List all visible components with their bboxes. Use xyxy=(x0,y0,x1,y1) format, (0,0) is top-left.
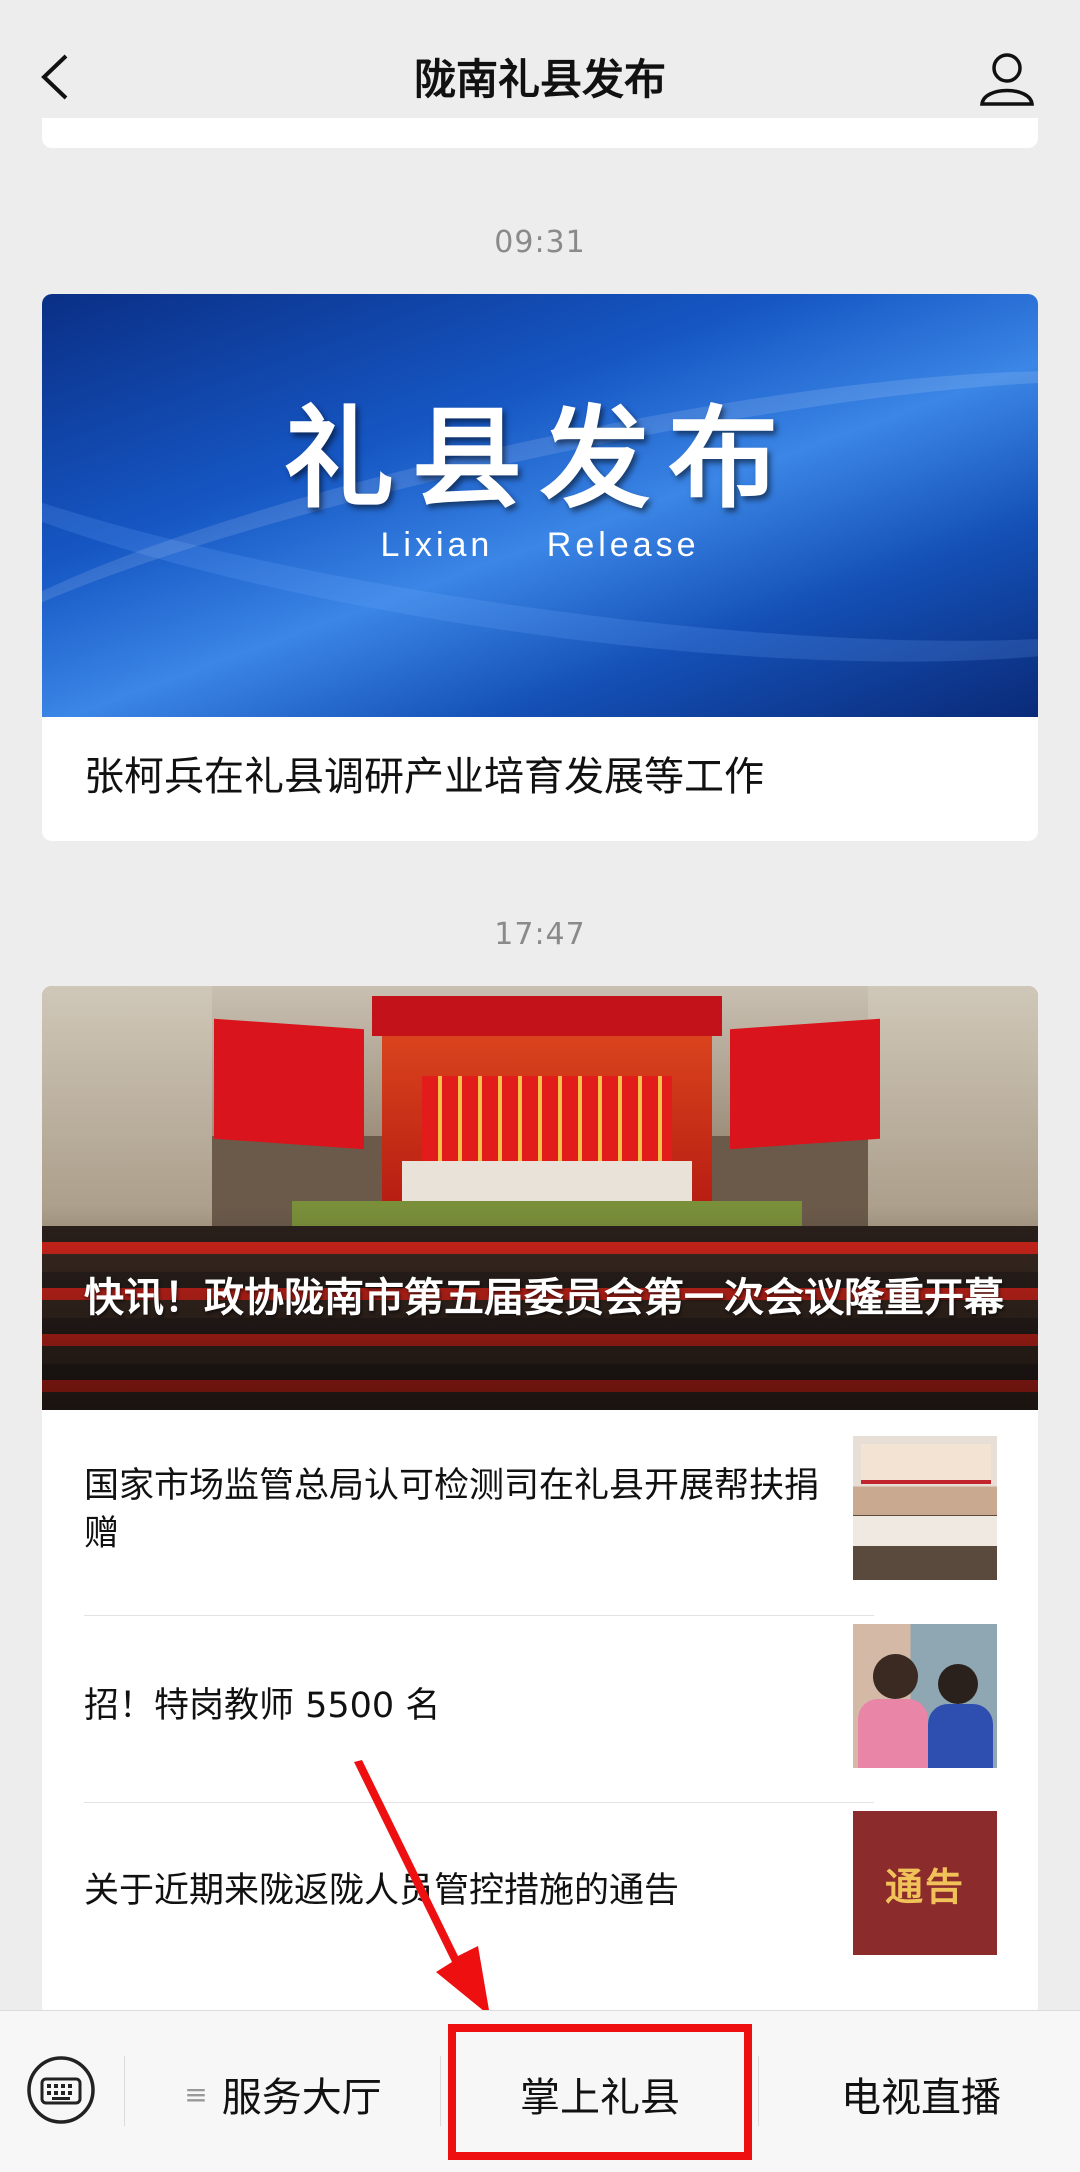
annotation-arrow xyxy=(354,1760,490,2016)
menu-service-hall[interactable]: ≡ 服务大厅 xyxy=(128,2059,438,2129)
list-item[interactable]: 招！特岗教师 5500 名 xyxy=(42,1616,1038,1802)
list-item-title[interactable]: 招！特岗教师 5500 名 xyxy=(84,1682,844,1730)
menu-label: 电视直播 xyxy=(841,2075,1001,2121)
profile-icon[interactable] xyxy=(978,50,1036,106)
hero-article-image[interactable]: 快讯！政协陇南市第五届委员会第一次会议隆重开幕 xyxy=(42,986,1038,1410)
previous-card-edge xyxy=(42,118,1038,148)
notice-thumbnail-text: 通告 xyxy=(884,1864,965,1909)
list-item[interactable]: 关于近期来陇返陇人员管控措施的通告 通告 xyxy=(42,1803,1038,1989)
article-card[interactable]: 礼县发布 Lixian Release 张柯兵在礼县调研产业培育发展等工作 xyxy=(42,294,1038,841)
nav-separator xyxy=(440,2056,441,2126)
submenu-lines-icon: ≡ xyxy=(184,2077,208,2111)
article-group-card: 快讯！政协陇南市第五届委员会第一次会议隆重开幕 国家市场监管总局认可检测司在礼县… xyxy=(42,986,1038,2016)
menu-label: 服务大厅 xyxy=(221,2075,382,2121)
classroom-thumbnail xyxy=(853,1624,997,1768)
notice-thumbnail: 通告 xyxy=(853,1811,997,1955)
article-banner[interactable]: 礼县发布 Lixian Release xyxy=(42,294,1038,717)
list-item[interactable]: 国家市场监管总局认可检测司在礼县开展帮扶捐赠 xyxy=(42,1410,1038,1596)
menu-tv-live[interactable]: 电视直播 xyxy=(762,2059,1080,2129)
page-title: 陇南礼县发布 xyxy=(413,55,666,104)
annotation-highlight-box xyxy=(448,2024,752,2160)
nav-separator xyxy=(758,2056,759,2126)
hero-headline[interactable]: 快讯！政协陇南市第五届委员会第一次会议隆重开幕 xyxy=(84,1270,1014,1326)
message-timestamp: 17:47 xyxy=(494,917,586,952)
message-timestamp: 09:31 xyxy=(494,225,586,260)
nav-separator xyxy=(124,2056,125,2126)
keyboard-toggle-icon[interactable] xyxy=(26,2055,96,2125)
list-item-title[interactable]: 国家市场监管总局认可检测司在礼县开展帮扶捐赠 xyxy=(84,1462,844,1558)
banner-title: 礼县发布 xyxy=(284,394,796,523)
article-headline[interactable]: 张柯兵在礼县调研产业培育发展等工作 xyxy=(84,744,764,802)
banner-subtitle: Lixian Release xyxy=(380,526,700,564)
meeting-thumbnail xyxy=(853,1436,997,1580)
